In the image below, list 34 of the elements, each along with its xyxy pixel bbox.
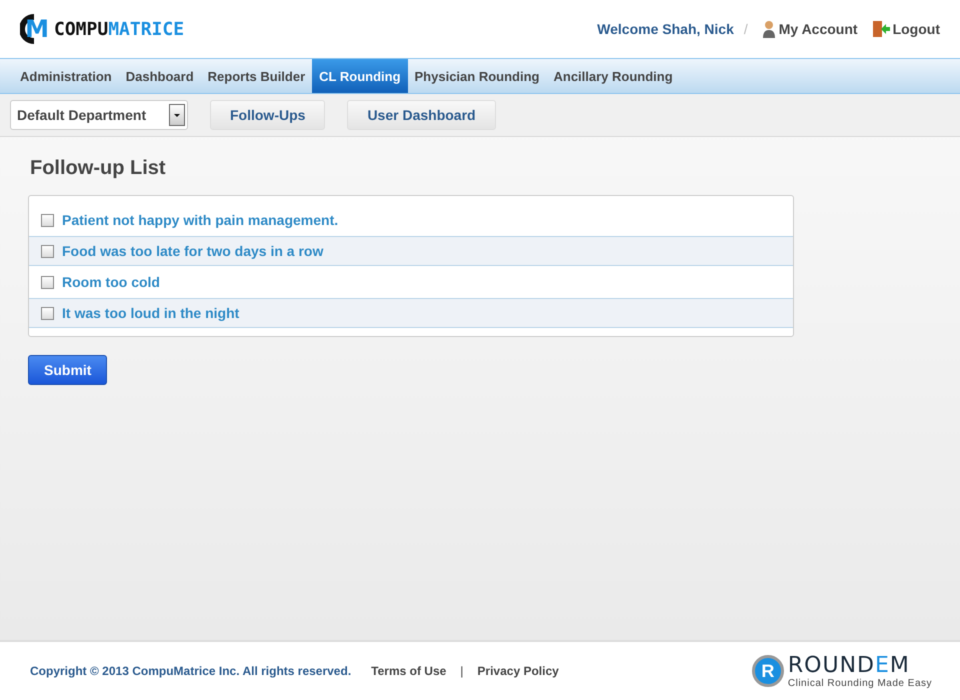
- nav-tab[interactable]: Reports Builder: [200, 59, 312, 93]
- person-icon: [762, 20, 776, 38]
- account-link[interactable]: My Account: [762, 20, 858, 38]
- nav-tab[interactable]: Dashboard: [118, 59, 201, 93]
- company-logo: M COMPUMATRICE: [20, 12, 184, 46]
- copyright-text: Copyright © 2013 CompuMatrice Inc. All rights reserved.: [30, 664, 352, 678]
- nav-tab[interactable]: Ancillary Rounding: [546, 59, 680, 93]
- submit-button[interactable]: Submit: [28, 355, 108, 385]
- nav-tab[interactable]: Administration: [13, 59, 119, 93]
- logout-link[interactable]: Logout: [872, 20, 940, 38]
- footer-link[interactable]: Privacy Policy: [477, 664, 559, 678]
- follow-up-item: It was too loud in the night: [62, 305, 240, 321]
- follow-up-item: Food was too late for two days in a row: [62, 243, 324, 259]
- caret-icon: [169, 104, 185, 126]
- footer-link[interactable]: Terms of Use: [371, 664, 446, 678]
- checkbox[interactable]: [41, 214, 54, 226]
- brand-logo-mark: R: [752, 655, 784, 687]
- brand-tagline: Clinical Rounding Made Easy: [788, 678, 932, 688]
- follow-up-item: Room too cold: [62, 274, 160, 290]
- checkbox[interactable]: [41, 244, 54, 258]
- follow-up-item: Patient not happy with pain management.: [62, 212, 338, 228]
- brand-name: ROUNDE M: [788, 654, 911, 678]
- door-exit-icon: [872, 20, 890, 38]
- welcome-text: Welcome Shah, Nick: [597, 21, 734, 37]
- department-select[interactable]: Default Department: [10, 100, 188, 130]
- toolbar-button[interactable]: User Dashboard: [347, 100, 496, 130]
- nav-tab[interactable]: CL Rounding: [312, 59, 408, 93]
- separator: |: [460, 664, 464, 678]
- page-title: Follow-up List: [30, 157, 167, 180]
- separator: /: [744, 21, 748, 37]
- checkbox[interactable]: [41, 306, 54, 320]
- nav-tab[interactable]: Physician Rounding: [408, 59, 546, 93]
- checkbox[interactable]: [41, 276, 54, 288]
- toolbar-button[interactable]: Follow-Ups: [210, 100, 326, 130]
